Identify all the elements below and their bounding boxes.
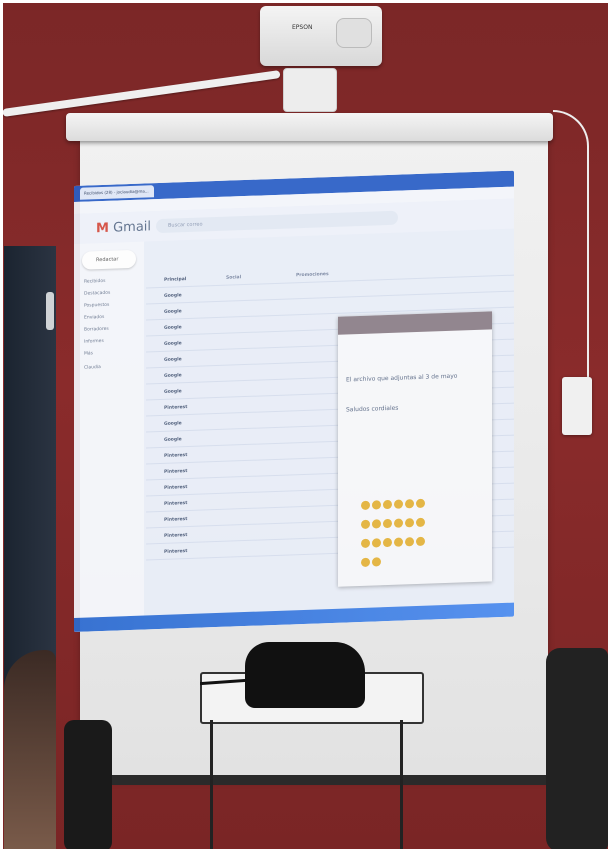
screen-bottom-shadow [106,775,546,785]
black-bag [245,642,365,708]
emoji-icon [405,537,414,547]
emoji-icon [361,538,370,548]
gmail-sidebar [74,241,144,632]
emoji-icon [405,518,414,528]
ceiling-projector: EPSON [260,6,382,66]
chair-right [546,648,608,852]
table-leg [210,720,213,852]
gmail-logo-text: Gmail [113,219,152,236]
emoji-icon [416,498,425,509]
chair-left [64,720,112,852]
table-leg [400,720,403,852]
emoji-icon [372,557,381,567]
popup-line: Saludos cordiales [346,404,399,414]
nav-item: Borradores [84,326,109,333]
emoji-icon [416,536,425,547]
nav-item: Recibidos [84,278,106,285]
nav-item: Enviados [84,314,105,321]
person-foreground [4,650,56,852]
emoji-icon [383,537,392,548]
emoji-icon [361,519,370,529]
emoji-icon [405,499,414,509]
browser-tab: Recibidos (28) - joclaudia@ma... [80,185,154,200]
nav-item: Pospuestos [84,302,110,309]
projector-brand: EPSON [292,24,313,31]
emoji-icon [361,500,370,510]
power-cable [553,110,589,392]
nav-item: Más [84,351,93,357]
classroom-photo: EPSON Recibidos (28) - joclaudia@ma... M… [0,0,611,852]
wall-socket [562,377,592,435]
emoji-icon [372,538,381,548]
emoji-icon [394,537,403,547]
emoji-icon [361,557,370,567]
projector-mount [283,68,337,112]
projected-gmail: Recibidos (28) - joclaudia@ma... M Gmail… [74,170,514,632]
projector-lens [336,18,372,48]
screen-housing [66,113,553,141]
popup-line: El archivo que adjuntas al 3 de mayo [346,372,458,384]
compose-button: Redactar [82,249,136,270]
emoji-icon [416,517,425,528]
nav-item: Informes [84,338,104,345]
emoji-picker [360,494,430,572]
gmail-logo: M Gmail [96,219,152,237]
emoji-icon [372,500,381,510]
compose-popup: El archivo que adjuntas al 3 de mayo Sal… [338,311,492,587]
nav-item: Destacados [84,290,111,297]
emoji-icon [383,518,392,529]
nav-item: Claudia [84,365,101,371]
emoji-icon [372,519,381,529]
emoji-icon [394,518,403,528]
emoji-icon [383,499,392,510]
conduit-pipe [2,70,281,117]
emoji-icon [394,499,403,509]
door-handle [46,292,54,330]
